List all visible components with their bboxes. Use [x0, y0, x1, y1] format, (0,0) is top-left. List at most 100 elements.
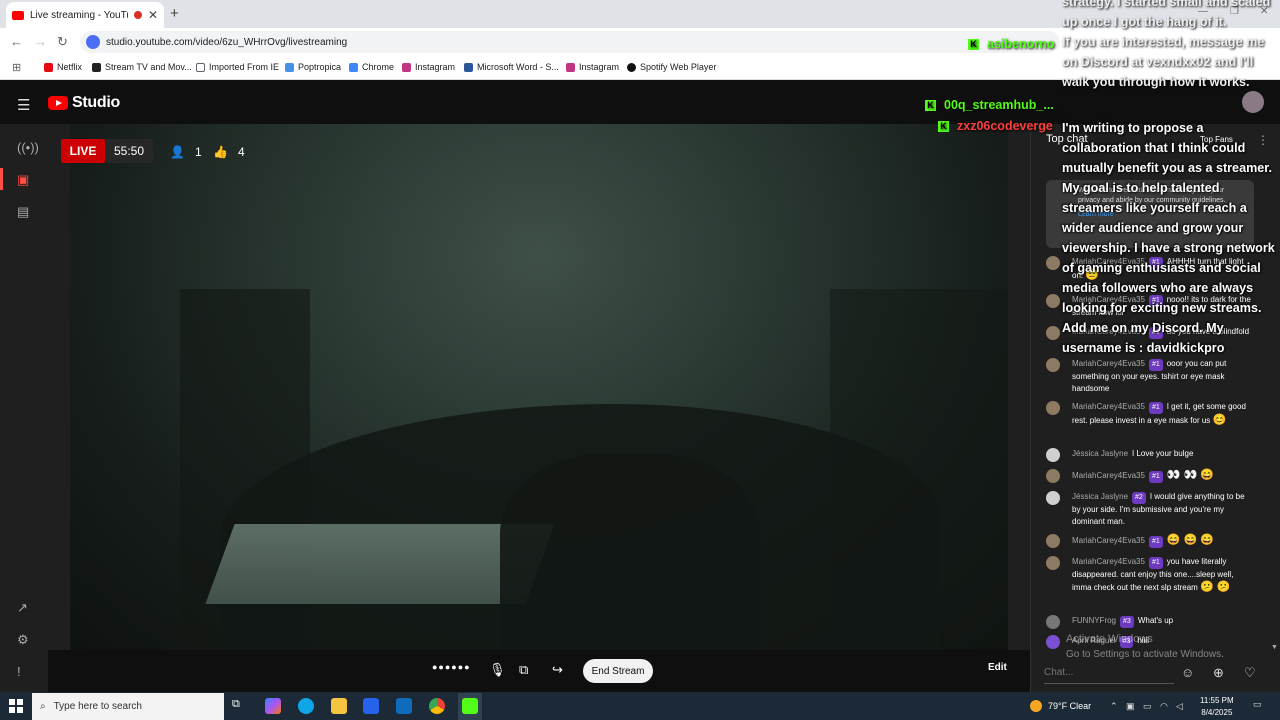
word-icon [464, 62, 473, 72]
chat-avatar [1046, 615, 1060, 629]
bookmark-chrome[interactable]: Chrome [349, 62, 394, 72]
site-info-icon[interactable] [86, 35, 100, 49]
reload-icon[interactable]: ↻ [57, 34, 68, 50]
kick-icon: K [925, 99, 936, 111]
bookmark-hulu[interactable]: Stream TV and Mov... [92, 62, 192, 72]
netflix-icon [44, 62, 53, 72]
emoji-icon[interactable]: ☺ [1181, 665, 1194, 680]
open-external-icon[interactable]: ↗ [17, 600, 28, 616]
bookmark-imported-from-ie[interactable]: Imported From IE [196, 62, 279, 72]
kick-app-icon[interactable] [462, 698, 478, 714]
overlay-message-previous: strategy. I started small and scaled up … [1062, 0, 1271, 89]
bookmark-poptropica[interactable]: Poptropica [285, 62, 341, 72]
tray-chevron-icon[interactable]: ⌃ [1110, 701, 1118, 712]
chrome-icon[interactable] [429, 698, 445, 714]
task-view-icon[interactable]: ⧉ [232, 698, 248, 714]
edge-icon[interactable] [298, 698, 314, 714]
share-screen-icon[interactable]: ⧉ [519, 662, 528, 678]
new-tab-icon[interactable]: + [170, 5, 179, 22]
sun-icon [1030, 700, 1042, 712]
add-icon[interactable]: ⊕ [1213, 665, 1224, 681]
file-explorer-icon[interactable] [331, 698, 347, 714]
windows-start-icon[interactable] [9, 699, 23, 713]
instagram-icon [402, 62, 411, 72]
bookmark-microsoft-word[interactable]: Microsoft Word - S... [464, 62, 559, 72]
network-icon[interactable]: ▭ [1143, 701, 1152, 712]
chat-avatar [1046, 491, 1060, 505]
back-icon[interactable]: ← [10, 34, 23, 49]
chat-avatar [1046, 556, 1060, 570]
google-icon [349, 62, 358, 72]
calendar-icon[interactable]: ▤ [17, 204, 29, 220]
bookmark-netflix[interactable]: Netflix [44, 62, 82, 72]
kick-icon: K [938, 120, 949, 132]
avatar[interactable] [1242, 91, 1264, 113]
chat-avatar [1046, 635, 1060, 649]
chat-avatar [1046, 534, 1060, 548]
bookmark-instagram[interactable]: Instagram [402, 62, 455, 72]
url-bar[interactable]: studio.youtube.com/video/6zu_WHrrOvg/liv… [80, 31, 1060, 53]
heart-icon[interactable]: ♡ [1244, 665, 1256, 681]
url-text: studio.youtube.com/video/6zu_WHrrOvg/liv… [106, 36, 348, 48]
chat-avatar [1046, 358, 1060, 372]
chat-message: FUNNYFrog #3 What's up [1046, 615, 1254, 629]
feedback-icon[interactable]: ! [17, 664, 21, 679]
bookmark-spotify[interactable]: Spotify Web Player [627, 62, 716, 72]
bookmark-instagram-2[interactable]: Instagram [566, 62, 619, 72]
chat-message: MariahCarey4Eva35 #1 you have literally di… [1046, 556, 1254, 594]
hulu-icon [92, 62, 101, 72]
tab-title: Live streaming - YouTube Studio [30, 9, 128, 21]
folder-icon [196, 62, 205, 72]
forward-icon[interactable]: → [34, 34, 47, 49]
volume-icon[interactable]: ◁ [1176, 701, 1183, 712]
like-count: 👍 4 [213, 145, 245, 159]
broadcast-icon[interactable]: ((•)) [17, 140, 39, 155]
browser-tab[interactable]: Live streaming - YouTube Studio ✕ [6, 2, 164, 28]
microphone-icon[interactable]: 🎙 [489, 662, 506, 678]
taskbar-search[interactable]: ⌕ Type here to search [32, 693, 224, 720]
youtube-favicon-icon [12, 10, 24, 20]
chat-message: MariahCarey4Eva35 #1 ooor you can put some… [1046, 358, 1254, 395]
weather-widget[interactable]: 79°F Clear [1030, 700, 1091, 712]
studio-logo[interactable]: Studio [48, 94, 120, 112]
share-icon[interactable]: ↪ [552, 662, 563, 678]
poptropica-icon [285, 62, 294, 72]
chat-avatar [1046, 469, 1060, 483]
menu-icon[interactable]: ☰ [17, 96, 30, 114]
stream-video[interactable] [70, 124, 1008, 650]
chat-scroll-down-icon[interactable]: ▼ [1271, 644, 1278, 651]
chat-message: Jéssica Jaslyne #2 I would give anything t… [1046, 491, 1254, 528]
camera-icon[interactable]: ▣ [17, 172, 29, 188]
viewers-icon: 👤 [170, 145, 185, 159]
microsoft-store-icon[interactable] [363, 698, 379, 714]
youtube-logo-icon [48, 96, 68, 110]
overlay-message: I'm writing to propose a collaboration t… [1062, 121, 1275, 355]
activate-windows-watermark: Activate Windows Go to Settings to activ… [1066, 633, 1224, 660]
notifications-icon[interactable]: ▭ [1253, 699, 1262, 710]
outlook-icon[interactable] [396, 698, 412, 714]
copilot-icon[interactable] [265, 698, 281, 714]
end-stream-button[interactable]: End Stream [583, 659, 653, 683]
viewer-count: 👤 1 [170, 145, 202, 159]
rail-active-indicator [0, 168, 3, 190]
search-icon: ⌕ [40, 701, 46, 712]
taskbar-clock[interactable]: 11:55 PM 8/4/2025 [1200, 695, 1234, 719]
spotify-icon [627, 62, 636, 72]
live-badge: LIVE [61, 139, 105, 163]
overlay-user-2: K 00q_streamhub_... [925, 98, 1054, 112]
edit-button[interactable]: Edit [988, 662, 1007, 673]
stream-controls [48, 650, 1030, 692]
wifi-icon[interactable]: ◠ [1160, 701, 1168, 712]
overlay-user-3: Kzxz06codeverge [938, 119, 1053, 133]
close-tab-icon[interactable]: ✕ [148, 8, 158, 22]
chat-message: MariahCarey4Eva35 #1 👀 👀 😄 [1046, 469, 1254, 483]
chat-avatar [1046, 294, 1060, 308]
chat-avatar [1046, 448, 1060, 462]
tray-app-icon[interactable]: ▣ [1126, 701, 1135, 712]
chat-input[interactable] [1044, 662, 1174, 684]
settings-gear-icon[interactable]: ⚙ [17, 632, 29, 648]
chat-message: Jéssica Jaslyne I Love your bulge [1046, 448, 1254, 462]
chat-avatar [1046, 326, 1060, 340]
chat-message: MariahCarey4Eva35 #1 😄 😄 😄 [1046, 534, 1254, 548]
apps-grid-icon[interactable]: ⊞ [12, 61, 21, 74]
